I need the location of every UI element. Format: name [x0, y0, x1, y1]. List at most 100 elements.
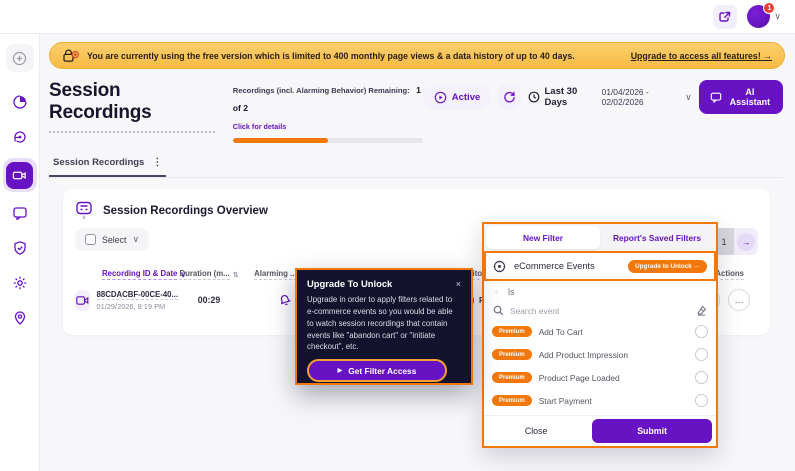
user-menu[interactable]: 1 ∨ [747, 5, 781, 28]
more-actions-button[interactable]: … [728, 289, 750, 311]
filter-condition: Is [508, 287, 515, 297]
circle-plus-icon [12, 51, 27, 66]
active-label: Active [452, 92, 481, 103]
radio-button[interactable] [695, 394, 708, 407]
upgrade-link[interactable]: Upgrade to access all features! → [631, 51, 772, 61]
event-option-label: Product Page Loaded [539, 373, 695, 383]
search-icon [493, 305, 504, 316]
avatar[interactable]: 1 [747, 5, 770, 28]
date-range-value: 01/04/2026 - 02/02/2026 [602, 87, 683, 107]
sidebar-item-visitors[interactable] [6, 123, 34, 151]
premium-badge: Premium [492, 395, 532, 406]
recordings-quota: Recordings (incl. Alarming Behavior) Rem… [233, 80, 423, 143]
selected-filter-row[interactable]: eCommerce Events Upgrade to Unlock → [484, 251, 716, 281]
recording-date: 01/29/2026, 8:19 PM [97, 302, 178, 311]
sidebar-item-visitor-location[interactable] [6, 304, 34, 332]
upgrade-to-unlock-pill[interactable]: Upgrade to Unlock → [628, 260, 707, 273]
premium-badge: Premium [492, 326, 532, 337]
tab-saved-filters[interactable]: Report's Saved Filters [600, 226, 714, 249]
replay-icon [12, 129, 28, 145]
ai-assistant-label: AI Assistant [728, 87, 772, 107]
event-option-row[interactable]: Premium Add To Cart [490, 320, 710, 343]
recording-id[interactable]: 88CDACBF-00CE-40... [97, 290, 178, 300]
drag-handle-icon[interactable]: ⁘ [493, 288, 501, 297]
search-input[interactable] [510, 306, 690, 316]
close-button[interactable]: Close [484, 426, 588, 436]
next-page-button[interactable]: → [737, 233, 755, 251]
event-option-label: Start Payment [539, 396, 695, 406]
premium-badge: Premium [492, 372, 532, 383]
select-all-checkbox[interactable] [85, 234, 96, 245]
select-dropdown[interactable]: Select ∨ [75, 228, 149, 251]
quota-progress-bar [233, 138, 423, 143]
clear-search-icon[interactable] [696, 305, 707, 316]
ai-assistant-button[interactable]: AI Assistant [699, 80, 783, 114]
event-option-label: Add To Cart [539, 327, 695, 337]
event-search-row [484, 303, 716, 320]
ellipsis-icon: … [735, 295, 744, 305]
event-option-row[interactable]: Premium Add Product Impression [490, 343, 710, 366]
lock-record-icon [62, 48, 80, 63]
active-filter-button[interactable]: Active [423, 85, 492, 110]
gear-icon [12, 275, 28, 291]
chat-bubble-icon [12, 205, 28, 221]
location-pin-icon [12, 310, 28, 326]
tab-session-recordings[interactable]: Session Recordings ⋮ [49, 152, 166, 177]
selected-filter-name: eCommerce Events [514, 261, 620, 271]
video-camera-icon [12, 168, 27, 183]
event-option-label: Add Product Impression [539, 350, 695, 360]
date-range-selector[interactable]: 01/04/2026 - 02/02/2026 ∨ [602, 87, 692, 107]
target-icon [493, 260, 506, 273]
refresh-icon [503, 91, 516, 104]
shield-check-icon [12, 240, 28, 256]
period-selector[interactable]: Last 30 Days [528, 86, 594, 108]
alarm-bell-icon [279, 294, 291, 306]
card-title: Session Recordings Overview [103, 205, 268, 217]
radio-button[interactable] [695, 371, 708, 384]
tabs-row: Session Recordings ⋮ [49, 152, 783, 178]
column-header-id-date[interactable]: Recording ID & Date ∨ [75, 269, 178, 280]
chevron-down-icon: ∨ [685, 92, 692, 103]
external-link-icon [719, 11, 731, 23]
event-option-row[interactable]: Premium Start Payment [490, 389, 710, 412]
sidebar-item-feedback[interactable] [6, 199, 34, 227]
filter-condition-row[interactable]: ⁘ Is [484, 281, 716, 303]
event-option-row[interactable]: Premium Product Page Loaded [490, 366, 710, 389]
sidebar-item-session-recordings-active[interactable] [3, 158, 37, 192]
column-header-duration[interactable]: Duration (m... ⇅ [178, 269, 240, 280]
kebab-menu-icon[interactable]: ⋮ [152, 157, 162, 168]
free-version-banner: You are currently using the free version… [49, 42, 785, 69]
sidebar-item-dashboard[interactable] [6, 88, 34, 116]
sidebar-item-settings[interactable] [6, 269, 34, 297]
banner-text: You are currently using the free version… [87, 51, 575, 61]
refresh-button[interactable] [498, 84, 521, 110]
page-header: Session Recordings Recordings (incl. Ala… [49, 80, 783, 143]
submit-button[interactable]: Submit [592, 419, 712, 443]
tab-label: Session Recordings [53, 157, 144, 168]
header-controls: Active Last 30 Days 01/04/2026 - 02/02/2… [423, 80, 783, 114]
recorder-icon[interactable]: ∨ [75, 201, 93, 220]
filter-popup: New Filter Report's Saved Filters eComme… [482, 222, 718, 448]
clock-icon [528, 91, 540, 103]
share-export-button[interactable] [713, 5, 737, 29]
page-title: Session Recordings [49, 80, 215, 133]
get-filter-access-label: Get Filter Access [348, 366, 416, 376]
top-bar: 1 ∨ [0, 0, 795, 34]
radio-button[interactable] [695, 348, 708, 361]
tab-new-filter[interactable]: New Filter [486, 226, 600, 249]
chevron-down-icon: ∨ [774, 11, 781, 22]
chat-icon [710, 91, 722, 103]
sidebar-item-privacy[interactable] [6, 234, 34, 262]
quota-details-link[interactable]: Click for details [233, 122, 287, 131]
radio-button[interactable] [695, 325, 708, 338]
upgrade-popup-body: Upgrade in order to apply filters relate… [307, 294, 461, 353]
sort-icon[interactable]: ⇅ [233, 271, 239, 279]
period-label: Last 30 Days [544, 86, 594, 108]
event-options-list: Premium Add To Cart Premium Add Product … [484, 320, 716, 415]
play-circle-icon [434, 91, 447, 104]
recording-camera-icon[interactable] [75, 290, 90, 311]
cell-duration: 00:29 [178, 295, 240, 305]
sidebar-add-button[interactable] [6, 44, 34, 72]
get-filter-access-button[interactable]: ▶ Get Filter Access [307, 359, 447, 382]
close-icon[interactable]: × [456, 279, 461, 289]
